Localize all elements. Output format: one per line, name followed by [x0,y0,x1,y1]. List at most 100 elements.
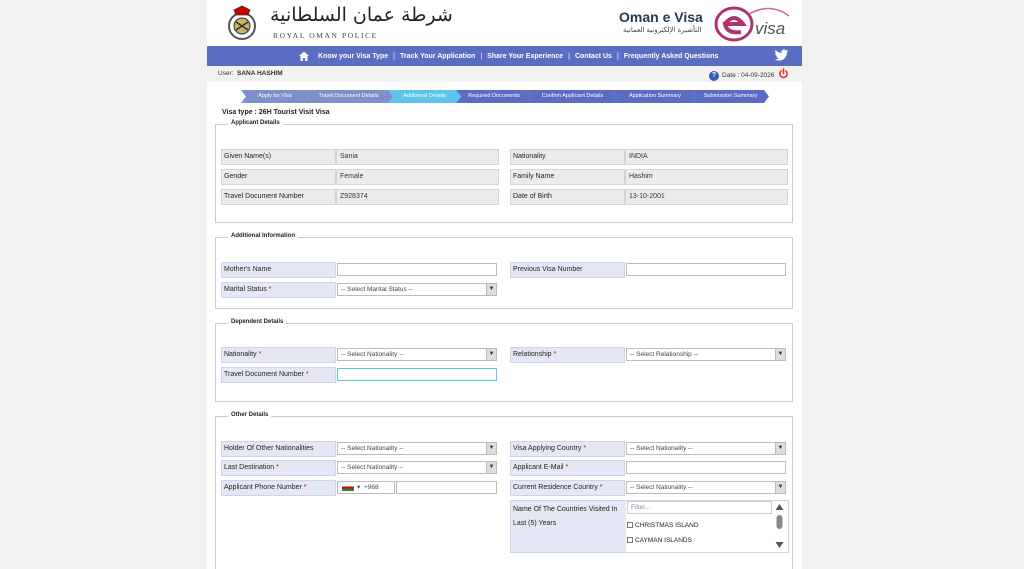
dependent-nationality-label-text: Nationality [224,351,257,358]
date-of-birth-label: Date of Birth [510,189,625,205]
dependent-travel-document-label: Travel Document Number * [221,367,336,383]
nationality-value: INDIA [625,149,788,165]
step-travel-document-details[interactable]: Travel Document Details [304,90,393,103]
relationship-label: Relationship * [510,347,625,363]
section-legend: Additional Information [228,233,298,239]
required-marker: * [303,484,307,491]
last-destination-value: -- Select Nationality -- [341,464,404,471]
dependent-nationality-label: Nationality * [221,347,336,363]
family-name-value: Hashim [625,169,788,185]
user-name: SANA HASHIM [237,70,283,77]
dropdown-arrow-icon: ▼ [775,349,785,360]
given-name-value: Sania [336,149,499,165]
nav-know-visa-type[interactable]: Know your Visa Type [318,53,388,60]
given-name-label: Given Name(s) [221,149,336,165]
holder-other-nationalities-label: Holder Of Other Nationalities [221,441,336,457]
twitter-icon[interactable] [774,49,789,62]
required-marker: * [565,464,569,471]
marital-status-label-text: Marital Status [224,286,267,293]
dependent-nationality-value: -- Select Nationality -- [341,351,404,358]
holder-other-nationalities-select[interactable]: -- Select Nationality -- ▼ [337,442,497,455]
nav-contact-us[interactable]: Contact Us [575,53,612,60]
visa-applying-country-value: -- Select Nationality -- [630,445,693,452]
current-residence-country-value: -- Select Nationality -- [630,484,693,491]
applicant-details-section: Applicant Details Given Name(s) Sania Na… [215,120,793,223]
applicant-email-label: Applicant E-Mail * [510,460,625,476]
nav-faq[interactable]: Frequently Asked Questions [624,53,719,60]
required-marker: * [599,484,603,491]
arabic-title: شرطة عمان السلطانية [270,4,453,26]
page-container: شرطة عمان السلطانية ROYAL OMAN POLICE Om… [207,0,802,569]
nav-share-experience[interactable]: Share Your Experience [487,53,563,60]
marital-status-value: -- Select Marital Status -- [341,286,413,293]
relationship-label-text: Relationship [513,351,552,358]
checkbox[interactable] [627,522,633,529]
nav-separator: | [393,52,395,60]
dependent-nationality-select[interactable]: -- Select Nationality -- ▼ [337,348,497,361]
evisa-logo: visa [714,6,790,42]
evisa-arabic-title: التأشيرة الإلكترونية العمانية [623,27,702,34]
applicant-email-label-text: Applicant E-Mail [513,464,564,471]
last-destination-label-text: Last Destination [224,464,275,471]
evisa-title: Oman e Visa [619,9,703,25]
family-name-label: Family Name [510,169,625,185]
nav-separator: | [480,52,483,60]
dropdown-arrow-icon: ▼ [486,462,496,473]
current-residence-country-label: Current Residence Country * [510,480,625,496]
travel-document-value: Z928374 [336,189,499,205]
list-scrollbar[interactable] [774,503,785,549]
phone-code-value: +968 [364,484,379,491]
dependent-travel-document-input[interactable] [337,368,497,381]
dropdown-arrow-icon: ▼ [775,482,785,493]
relationship-select[interactable]: -- Select Relationship -- ▼ [626,348,786,361]
dropdown-arrow-icon: ▼ [486,349,496,360]
current-residence-country-select[interactable]: -- Select Nationality -- ▼ [626,481,786,494]
dropdown-arrow-icon: ▾ [357,484,361,491]
dropdown-arrow-icon: ▼ [775,443,785,454]
step-confirm-applicant-details: Confirm Applicant Details [527,90,618,103]
nav-track-application[interactable]: Track Your Application [400,53,475,60]
last-destination-label: Last Destination * [221,460,336,476]
previous-visa-number-input[interactable] [626,263,786,276]
other-details-section: Other Details Holder Of Other Nationalit… [215,412,793,569]
additional-information-section: Additional Information Mother's Name Pre… [215,233,793,309]
visa-applying-country-select[interactable]: -- Select Nationality -- ▼ [626,442,786,455]
section-legend: Other Details [228,412,272,418]
holder-other-nationalities-value: -- Select Nationality -- [341,445,404,452]
mothers-name-input[interactable] [337,263,497,276]
date-of-birth-value: 13-10-2001 [625,189,788,205]
evisa-logo-text: visa [755,19,785,38]
english-title: ROYAL OMAN POLICE [273,31,378,40]
country-option-cayman-islands: CAYMAN ISLANDS [635,537,692,544]
help-icon[interactable]: ? [709,71,719,81]
visa-type-text: Visa type : 26H Tourist Visit Visa [222,109,330,116]
visa-applying-country-label: Visa Applying Country * [510,441,625,457]
step-application-summary: Application Summary [613,90,697,103]
travel-document-label: Travel Document Number [221,189,336,205]
marital-status-select[interactable]: -- Select Marital Status -- ▼ [337,283,497,296]
countries-visited-field: Name Of The Countries Visited In Last (5… [510,500,789,553]
header: شرطة عمان السلطانية ROYAL OMAN POLICE Om… [207,0,802,46]
dependent-details-section: Dependent Details Nationality * -- Selec… [215,319,793,402]
marital-status-label: Marital Status * [221,282,336,298]
countries-filter-input[interactable]: Filter... [627,501,772,514]
step-additional-details[interactable]: Additional Details [388,90,461,103]
applicant-phone-label-text: Applicant Phone Number [224,484,302,491]
list-item[interactable]: CAYMAN ISLANDS [627,537,692,544]
applicant-email-input[interactable] [626,461,786,474]
checkbox[interactable] [627,537,633,544]
list-item[interactable]: CHRISTMAS ISLAND [627,522,699,529]
last-destination-select[interactable]: -- Select Nationality -- ▼ [337,461,497,474]
date-label: Date : [722,72,740,79]
dropdown-arrow-icon: ▼ [486,443,496,454]
applicant-phone-input[interactable] [396,481,497,494]
country-option-christmas-island: CHRISTMAS ISLAND [635,522,699,529]
required-marker: * [553,351,557,358]
step-required-documents: Required Documents [456,90,532,103]
logout-power-icon[interactable] [778,68,789,79]
step-apply-for-visa[interactable]: Apply for Visa [241,90,309,103]
home-icon[interactable] [298,50,310,62]
countries-visited-label: Name Of The Countries Visited In Last (5… [511,501,626,552]
phone-country-code-select[interactable]: ▾ +968 [337,481,395,494]
required-marker: * [258,351,262,358]
